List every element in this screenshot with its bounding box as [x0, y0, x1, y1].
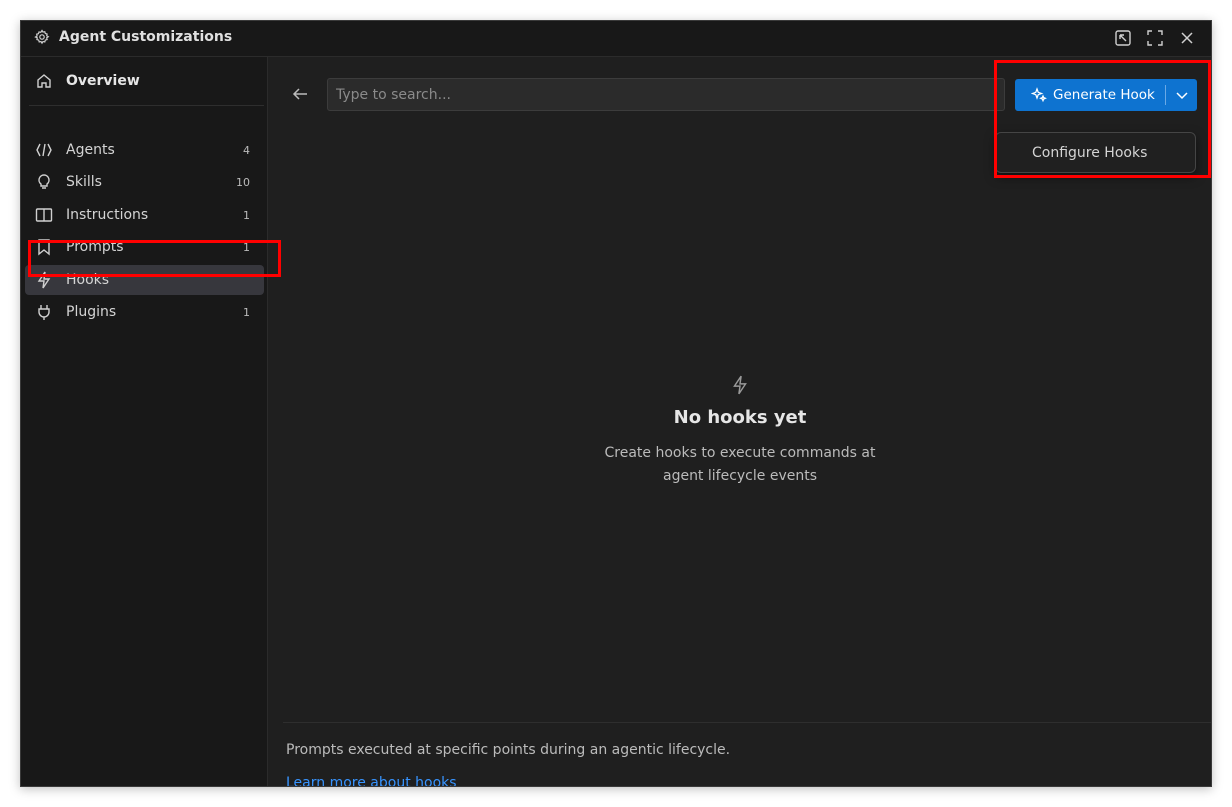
agent-customizations-window: Agent Customizations Overview Agents 4 S…: [20, 20, 1212, 787]
sidebar-item-skills[interactable]: Skills 10: [25, 167, 264, 197]
sidebar-item-label: Instructions: [66, 207, 149, 223]
settings-gear-icon: [34, 29, 50, 45]
close-button[interactable]: [1176, 27, 1198, 49]
split-button-divider: [1165, 85, 1166, 105]
sidebar-item-plugins[interactable]: Plugins 1: [25, 297, 264, 327]
sidebar-item-hooks[interactable]: Hooks: [25, 265, 264, 295]
chevron-down-icon: [1176, 92, 1188, 100]
footer-divider: [283, 722, 1211, 723]
sidebar-item-label: Skills: [66, 174, 102, 190]
maximize-icon: [1147, 30, 1163, 46]
sidebar-item-agents[interactable]: Agents 4: [25, 135, 264, 165]
close-icon: [1181, 32, 1193, 44]
window-title: Agent Customizations: [59, 29, 233, 45]
agent-icon: [35, 141, 53, 159]
generate-hook-button[interactable]: Generate Hook: [1015, 79, 1165, 111]
plug-icon: [35, 303, 53, 321]
sidebar-item-label: Agents: [66, 142, 115, 158]
layout-switch-icon: [1115, 30, 1131, 46]
title-bar: Agent Customizations: [21, 21, 1211, 57]
home-icon: [35, 72, 53, 90]
empty-state-line: agent lifecycle events: [662, 468, 817, 484]
footer-description: Prompts executed at specific points duri…: [286, 742, 731, 758]
arrow-left-icon: [292, 88, 307, 100]
empty-state-line: Create hooks to execute commands at: [604, 445, 876, 461]
lightbulb-icon: [35, 173, 53, 191]
sidebar-item-count: 1: [243, 240, 250, 254]
search-input[interactable]: [327, 78, 1005, 111]
generate-hook-split-button: Generate Hook: [1015, 79, 1197, 111]
book-icon: [35, 206, 53, 224]
empty-state-description: Create hooks to execute commands at agen…: [567, 442, 913, 488]
sidebar-divider: [29, 105, 264, 106]
maximize-button[interactable]: [1144, 27, 1166, 49]
main-panel: Generate Hook Configure Hooks No hooks y…: [269, 57, 1211, 786]
back-button[interactable]: [289, 83, 311, 105]
sidebar: Overview Agents 4 Skills 10 Instructions…: [21, 57, 268, 786]
sidebar-item-count: 4: [243, 143, 250, 157]
sidebar-item-overview[interactable]: Overview: [21, 65, 264, 97]
sidebar-item-label: Prompts: [66, 239, 124, 255]
sidebar-item-prompts[interactable]: Prompts 1: [25, 232, 264, 262]
sidebar-item-instructions[interactable]: Instructions 1: [25, 200, 264, 230]
sidebar-item-label: Overview: [66, 73, 140, 89]
empty-state-title: No hooks yet: [673, 407, 807, 428]
sidebar-item-count: 1: [243, 305, 250, 319]
menu-item-configure-hooks[interactable]: Configure Hooks: [996, 133, 1195, 172]
sidebar-item-label: Hooks: [66, 272, 110, 288]
learn-more-link[interactable]: Learn more about hooks: [286, 775, 457, 786]
sparkle-icon: [1031, 87, 1047, 103]
generate-hook-dropdown-menu: Configure Hooks: [995, 132, 1196, 173]
lightning-icon: [35, 271, 53, 289]
lightning-icon: [730, 375, 750, 395]
generate-hook-dropdown-toggle[interactable]: [1167, 79, 1197, 111]
sidebar-item-label: Plugins: [66, 304, 117, 320]
bookmark-icon: [35, 238, 53, 256]
sidebar-item-count: 10: [236, 175, 250, 189]
generate-hook-label: Generate Hook: [1053, 87, 1155, 103]
sidebar-item-count: 1: [243, 208, 250, 222]
layout-switch-button[interactable]: [1112, 27, 1134, 49]
